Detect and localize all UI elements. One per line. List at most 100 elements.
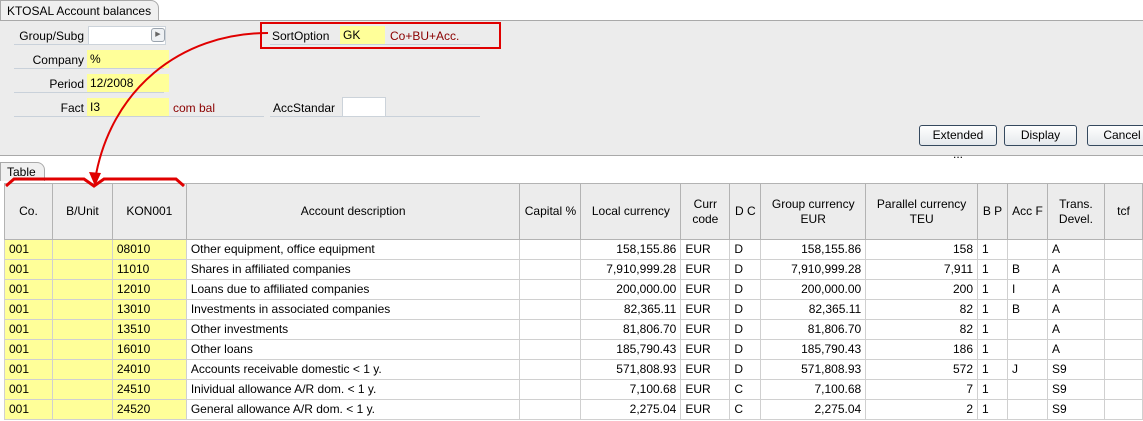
cell-desc[interactable]: Inividual allowance A/R dom. < 1 y. bbox=[185, 379, 521, 400]
header-bunit[interactable]: B/Unit bbox=[51, 183, 113, 240]
cell-desc[interactable]: Other investments bbox=[185, 319, 521, 340]
cell-dc[interactable]: D bbox=[729, 299, 762, 320]
table-row[interactable]: 001 13010 Investments in associated compan… bbox=[4, 299, 1143, 320]
cell-bp[interactable]: 1 bbox=[977, 239, 1008, 260]
cell-desc[interactable]: Investments in associated companies bbox=[185, 299, 521, 320]
cell-tcf[interactable] bbox=[1103, 319, 1143, 340]
table-tab[interactable]: Table bbox=[0, 162, 45, 181]
cell-local[interactable]: 82,365.11 bbox=[580, 299, 682, 320]
cell-parallel[interactable]: 7 bbox=[865, 379, 979, 400]
cell-co[interactable]: 001 bbox=[4, 239, 53, 260]
cell-bp[interactable]: 1 bbox=[977, 359, 1008, 380]
cell-group[interactable]: 2,275.04 bbox=[760, 399, 867, 420]
cell-co[interactable]: 001 bbox=[4, 379, 53, 400]
cell-kon[interactable]: 13510 bbox=[111, 319, 187, 340]
display-button[interactable]: Display bbox=[1004, 125, 1077, 146]
cell-bunit[interactable] bbox=[51, 259, 113, 280]
cell-dc[interactable]: D bbox=[729, 259, 762, 280]
cell-acc[interactable] bbox=[1006, 339, 1048, 360]
cell-trans[interactable]: S9 bbox=[1046, 399, 1105, 420]
fact-input[interactable]: I3 bbox=[87, 98, 169, 116]
cell-group[interactable]: 7,910,999.28 bbox=[760, 259, 867, 280]
cell-capital[interactable] bbox=[519, 359, 582, 380]
cell-trans[interactable]: S9 bbox=[1046, 359, 1105, 380]
play-arrow-icon[interactable]: ▶ bbox=[151, 28, 165, 42]
header-kon001[interactable]: KON001 bbox=[111, 183, 187, 240]
cell-bunit[interactable] bbox=[51, 379, 113, 400]
table-row[interactable]: 001 24010 Accounts receivable domestic < 1… bbox=[4, 359, 1143, 380]
cell-capital[interactable] bbox=[519, 339, 582, 360]
cell-capital[interactable] bbox=[519, 299, 582, 320]
cell-parallel[interactable]: 186 bbox=[865, 339, 979, 360]
cell-local[interactable]: 158,155.86 bbox=[580, 239, 682, 260]
cell-dc[interactable]: D bbox=[729, 359, 762, 380]
cell-acc[interactable]: B bbox=[1006, 259, 1048, 280]
cell-local[interactable]: 185,790.43 bbox=[580, 339, 682, 360]
cell-acc[interactable]: J bbox=[1006, 359, 1048, 380]
cell-dc[interactable]: C bbox=[729, 399, 762, 420]
cell-capital[interactable] bbox=[519, 319, 582, 340]
cell-bunit[interactable] bbox=[51, 339, 113, 360]
header-bp[interactable]: B P bbox=[977, 183, 1008, 240]
cell-group[interactable]: 158,155.86 bbox=[760, 239, 867, 260]
cell-parallel[interactable]: 200 bbox=[865, 279, 979, 300]
cell-dc[interactable]: D bbox=[729, 279, 762, 300]
cell-trans[interactable]: A bbox=[1046, 239, 1105, 260]
header-curr-code[interactable]: Curr code bbox=[680, 183, 731, 240]
cell-curr[interactable]: EUR bbox=[680, 339, 731, 360]
table-row[interactable]: 001 24520 General allowance A/R dom. < 1 y… bbox=[4, 399, 1143, 420]
table-row[interactable]: 001 13510 Other investments 81,806.70 EUR D 81… bbox=[4, 319, 1143, 340]
header-dc[interactable]: D C bbox=[729, 183, 762, 240]
cell-desc[interactable]: Loans due to affiliated companies bbox=[185, 279, 521, 300]
cell-tcf[interactable] bbox=[1103, 239, 1143, 260]
cell-capital[interactable] bbox=[519, 379, 582, 400]
cell-trans[interactable]: A bbox=[1046, 259, 1105, 280]
cell-trans[interactable]: S9 bbox=[1046, 379, 1105, 400]
cell-co[interactable]: 001 bbox=[4, 359, 53, 380]
cell-curr[interactable]: EUR bbox=[680, 379, 731, 400]
cell-group[interactable]: 82,365.11 bbox=[760, 299, 867, 320]
cell-co[interactable]: 001 bbox=[4, 319, 53, 340]
cell-kon[interactable]: 13010 bbox=[111, 299, 187, 320]
cell-dc[interactable]: D bbox=[729, 239, 762, 260]
cell-acc[interactable] bbox=[1006, 319, 1048, 340]
cell-bunit[interactable] bbox=[51, 319, 113, 340]
header-co[interactable]: Co. bbox=[4, 183, 53, 240]
cell-kon[interactable]: 24010 bbox=[111, 359, 187, 380]
cell-kon[interactable]: 16010 bbox=[111, 339, 187, 360]
cell-parallel[interactable]: 7,911 bbox=[865, 259, 979, 280]
table-row[interactable]: 001 12010 Loans due to affiliated companie… bbox=[4, 279, 1143, 300]
cell-acc[interactable] bbox=[1006, 399, 1048, 420]
cell-parallel[interactable]: 82 bbox=[865, 299, 979, 320]
cell-acc[interactable]: B bbox=[1006, 299, 1048, 320]
cell-kon[interactable]: 08010 bbox=[111, 239, 187, 260]
cell-co[interactable]: 001 bbox=[4, 279, 53, 300]
cell-tcf[interactable] bbox=[1103, 299, 1143, 320]
cell-parallel[interactable]: 572 bbox=[865, 359, 979, 380]
cell-bunit[interactable] bbox=[51, 399, 113, 420]
cell-parallel[interactable]: 2 bbox=[865, 399, 979, 420]
cell-tcf[interactable] bbox=[1103, 359, 1143, 380]
company-input[interactable]: % bbox=[87, 50, 169, 68]
header-trans-devel[interactable]: Trans. Devel. bbox=[1046, 183, 1105, 240]
header-capital[interactable]: Capital % bbox=[519, 183, 582, 240]
cell-kon[interactable]: 11010 bbox=[111, 259, 187, 280]
cell-bp[interactable]: 1 bbox=[977, 339, 1008, 360]
cell-bunit[interactable] bbox=[51, 359, 113, 380]
cell-curr[interactable]: EUR bbox=[680, 299, 731, 320]
cell-group[interactable]: 571,808.93 bbox=[760, 359, 867, 380]
cell-trans[interactable]: A bbox=[1046, 339, 1105, 360]
cell-bunit[interactable] bbox=[51, 299, 113, 320]
cell-acc[interactable] bbox=[1006, 239, 1048, 260]
header-group-currency[interactable]: Group currency EUR bbox=[760, 183, 867, 240]
cell-dc[interactable]: D bbox=[729, 319, 762, 340]
period-input[interactable]: 12/2008 bbox=[87, 74, 169, 92]
cell-parallel[interactable]: 82 bbox=[865, 319, 979, 340]
cell-capital[interactable] bbox=[519, 239, 582, 260]
cell-local[interactable]: 7,100.68 bbox=[580, 379, 682, 400]
cell-tcf[interactable] bbox=[1103, 279, 1143, 300]
cell-tcf[interactable] bbox=[1103, 339, 1143, 360]
cell-bp[interactable]: 1 bbox=[977, 319, 1008, 340]
cell-kon[interactable]: 24510 bbox=[111, 379, 187, 400]
cell-trans[interactable]: A bbox=[1046, 299, 1105, 320]
